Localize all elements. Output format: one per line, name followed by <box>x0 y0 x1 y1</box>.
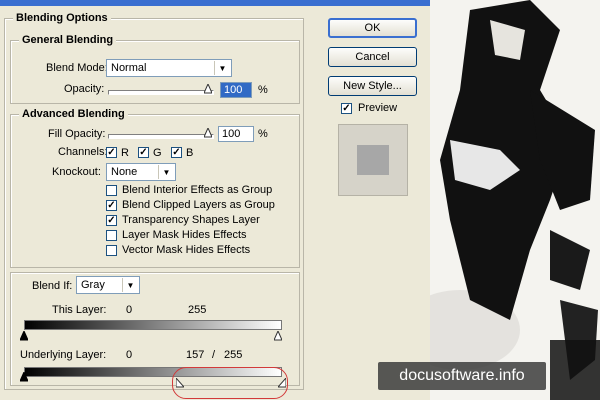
style-preview-swatch <box>338 124 408 196</box>
watermark-text: docusoftware.info <box>378 362 546 390</box>
document-canvas-photo <box>430 0 600 400</box>
fill-opacity-label: Fill Opacity: <box>48 128 106 140</box>
blend-clipped-label: Blend Clipped Layers as Group <box>122 199 275 211</box>
channels-label: Channels: <box>58 146 108 158</box>
underlying-black-slider[interactable] <box>20 372 28 382</box>
this-layer-label: This Layer: <box>52 304 107 316</box>
channel-r-label: R <box>121 147 129 159</box>
preview-checkbox[interactable]: ✓ <box>341 103 352 114</box>
knockout-select[interactable]: None ▼ <box>106 163 176 181</box>
this-layer-black-slider[interactable] <box>20 331 28 341</box>
cancel-button[interactable]: Cancel <box>328 47 417 67</box>
this-layer-white-slider[interactable] <box>274 331 282 341</box>
opacity-input[interactable]: 100 <box>220 82 252 98</box>
style-preview-square <box>357 145 389 175</box>
general-blending-title: General Blending <box>19 34 117 46</box>
blend-interior-label: Blend Interior Effects as Group <box>122 184 273 196</box>
knockout-value: None <box>111 166 138 178</box>
blend-if-label: Blend If: <box>32 280 73 292</box>
channel-b-checkbox[interactable]: ✓ <box>171 147 182 158</box>
layer-mask-hides-checkbox[interactable] <box>106 230 117 241</box>
channel-g-checkbox[interactable]: ✓ <box>138 147 149 158</box>
layer-style-dialog: Blending Options General Blending Blend … <box>0 6 430 400</box>
ok-button[interactable]: OK <box>328 18 417 38</box>
opacity-unit: % <box>258 84 268 96</box>
fill-opacity-unit: % <box>258 128 268 140</box>
blending-options-title: Blending Options <box>13 12 111 24</box>
this-layer-high-value: 255 <box>188 304 207 316</box>
blend-mode-label: Blend Mode: <box>46 62 108 74</box>
fill-opacity-slider[interactable] <box>108 134 214 139</box>
this-layer-low-value: 0 <box>126 304 133 316</box>
layer-mask-hides-label: Layer Mask Hides Effects <box>122 229 247 241</box>
chevron-down-icon: ▼ <box>122 278 138 292</box>
vector-mask-hides-checkbox[interactable] <box>106 245 117 256</box>
blend-mode-value: Normal <box>111 62 147 74</box>
transparency-shapes-checkbox[interactable]: ✓ <box>106 215 117 226</box>
this-layer-gradient <box>24 320 282 330</box>
underlying-separator: / <box>212 349 216 361</box>
channel-g-label: G <box>153 147 162 159</box>
underlying-layer-label: Underlying Layer: <box>20 349 107 361</box>
fill-opacity-input[interactable]: 100 <box>218 126 254 142</box>
blend-clipped-checkbox[interactable]: ✓ <box>106 200 117 211</box>
underlying-high-value: 255 <box>224 349 243 361</box>
annotation-highlight-oval <box>172 367 288 399</box>
vector-mask-hides-label: Vector Mask Hides Effects <box>122 244 251 256</box>
blend-if-select[interactable]: Gray ▼ <box>76 276 140 294</box>
channel-b-label: B <box>186 147 194 159</box>
underlying-low-value: 0 <box>126 349 133 361</box>
preview-label: Preview <box>358 102 398 114</box>
advanced-blending-title: Advanced Blending <box>19 108 128 120</box>
channel-r-checkbox[interactable]: ✓ <box>106 147 117 158</box>
new-style-button[interactable]: New Style... <box>328 76 417 96</box>
blend-if-value: Gray <box>81 279 105 291</box>
opacity-label: Opacity: <box>64 83 105 95</box>
transparency-shapes-label: Transparency Shapes Layer <box>122 214 260 226</box>
chevron-down-icon: ▼ <box>214 61 230 75</box>
knockout-label: Knockout: <box>52 166 101 178</box>
blend-interior-checkbox[interactable] <box>106 185 117 196</box>
underlying-split-value: 157 <box>186 349 205 361</box>
fill-opacity-slider-thumb[interactable] <box>204 128 212 138</box>
opacity-slider[interactable] <box>108 90 214 95</box>
dancer-photo-image <box>430 0 600 400</box>
chevron-down-icon: ▼ <box>158 165 174 179</box>
blend-mode-select[interactable]: Normal ▼ <box>106 59 232 77</box>
opacity-slider-thumb[interactable] <box>204 84 212 94</box>
